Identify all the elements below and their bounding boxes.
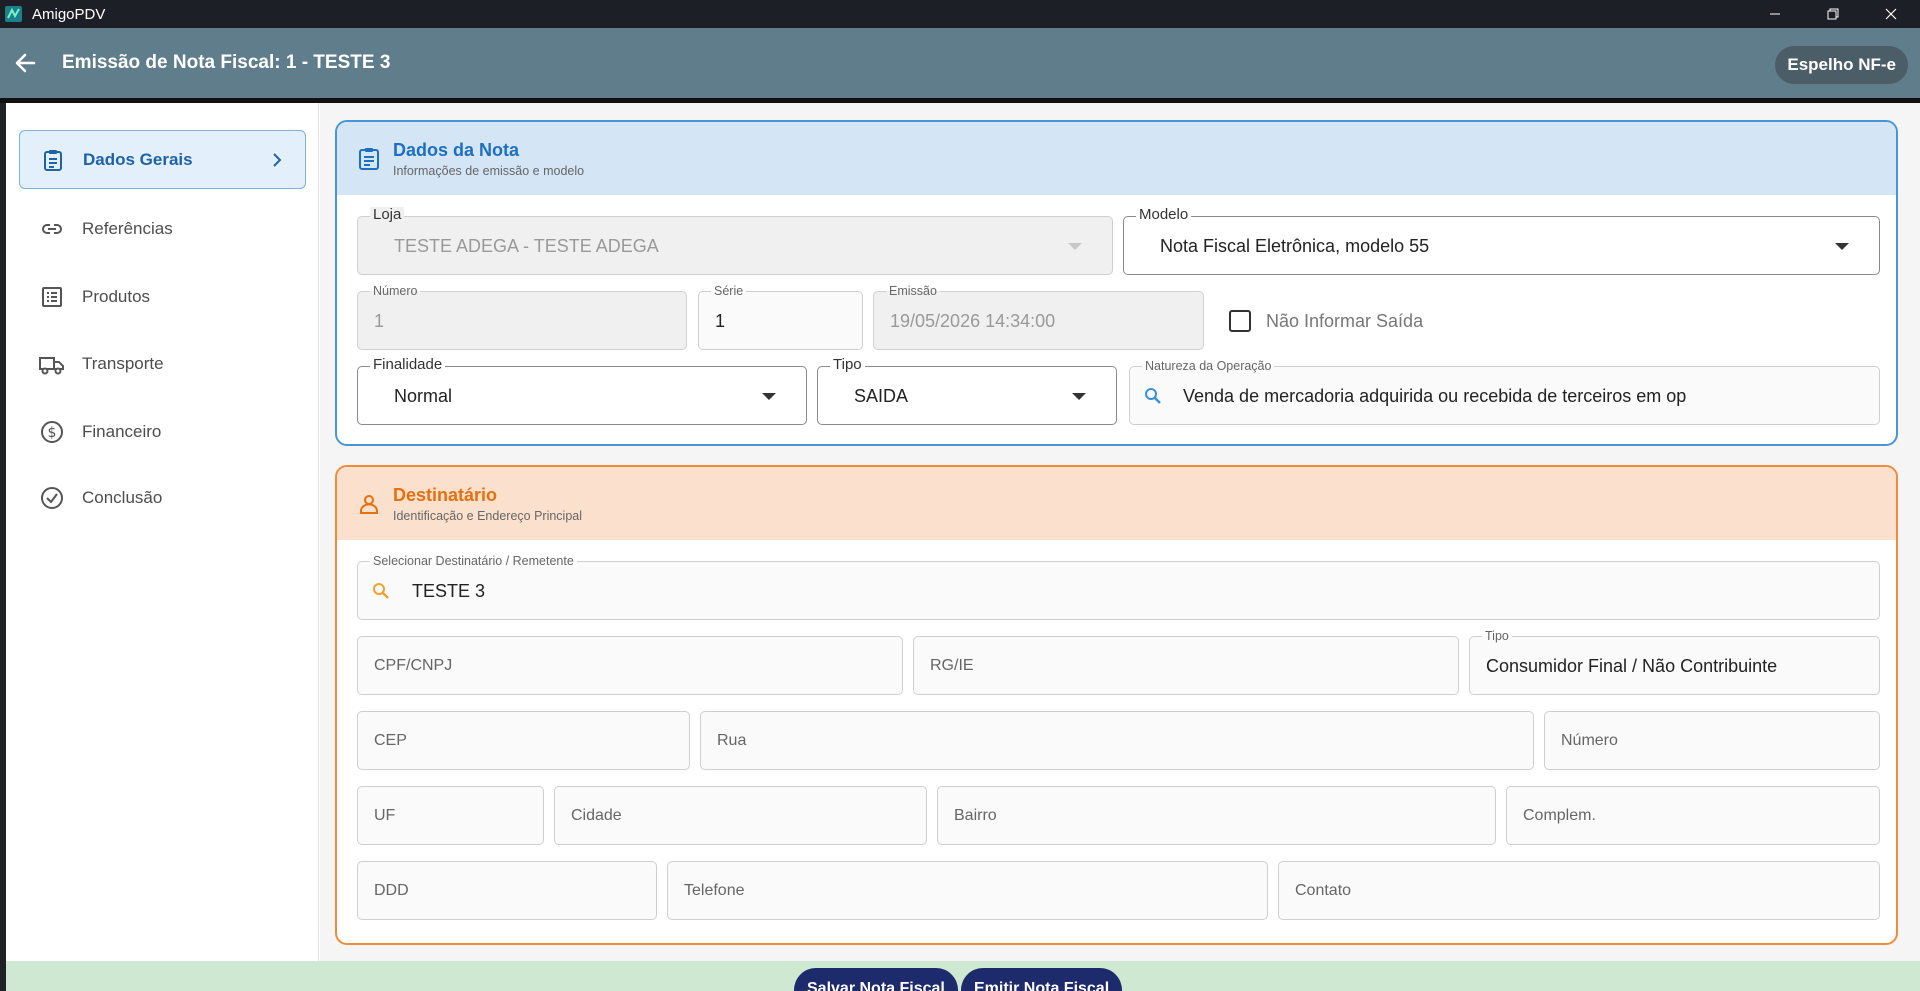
contato-field[interactable]: Contato bbox=[1278, 861, 1880, 920]
dados-nota-card: Dados da Nota Informações de emissão e m… bbox=[335, 120, 1898, 446]
tipo-contribuinte-field[interactable]: Tipo Consumidor Final / Não Contribuinte bbox=[1469, 628, 1880, 695]
sidebar-item-transporte[interactable]: Transporte bbox=[19, 334, 306, 393]
destinatario-header: Destinatário Identificação e Endereço Pr… bbox=[337, 467, 1896, 540]
page-title: Emissão de Nota Fiscal: 1 - TESTE 3 bbox=[62, 52, 391, 73]
dropdown-arrow-icon bbox=[1835, 243, 1849, 250]
complemento-field[interactable]: Complem. bbox=[1506, 786, 1880, 845]
sidebar-item-label: Produtos bbox=[82, 286, 151, 306]
clipboard-icon bbox=[355, 145, 383, 173]
window-controls bbox=[1746, 0, 1920, 28]
sidebar-item-label: Financeiro bbox=[82, 421, 162, 441]
dropdown-arrow-icon bbox=[1072, 393, 1086, 400]
destinatario-search[interactable]: Selecionar Destinatário / Remetente TEST… bbox=[357, 553, 1880, 620]
dollar-circle-icon: $ bbox=[38, 418, 66, 446]
search-icon bbox=[373, 583, 389, 599]
espelho-nfe-button[interactable]: Espelho NF-e bbox=[1775, 46, 1908, 84]
restore-button[interactable] bbox=[1804, 0, 1862, 28]
dados-nota-subtitle: Informações de emissão e modelo bbox=[393, 163, 585, 178]
restore-icon bbox=[1827, 8, 1839, 20]
uf-field[interactable]: UF bbox=[357, 786, 544, 845]
dropdown-arrow-icon bbox=[1068, 243, 1082, 250]
destinatario-title: Destinatário bbox=[393, 484, 498, 505]
modelo-select[interactable]: Modelo Nota Fiscal Eletrônica, modelo 55 bbox=[1123, 207, 1880, 275]
sidebar-item-dados-gerais[interactable]: Dados Gerais bbox=[19, 130, 306, 189]
numero-field: Número 1 bbox=[357, 283, 687, 350]
close-icon bbox=[1885, 8, 1897, 20]
bairro-field[interactable]: Bairro bbox=[937, 786, 1496, 845]
ddd-field[interactable]: DDD bbox=[357, 861, 657, 920]
sidebar: Dados Gerais Referências Produtos Transp… bbox=[6, 103, 319, 961]
dados-nota-title: Dados da Nota bbox=[393, 139, 520, 160]
telefone-field[interactable]: Telefone bbox=[667, 861, 1268, 920]
window-titlebar: AmigoPDV bbox=[0, 0, 1920, 28]
arrow-back-icon bbox=[15, 53, 36, 73]
main-area: Dados Gerais Referências Produtos Transp… bbox=[6, 103, 1920, 961]
loja-select: Loja TESTE ADEGA - TESTE ADEGA bbox=[357, 207, 1113, 275]
nao-informar-saida-checkbox[interactable]: Não Informar Saída bbox=[1229, 310, 1423, 332]
sidebar-item-label: Referências bbox=[82, 218, 173, 238]
link-icon bbox=[38, 215, 66, 243]
sidebar-item-label: Transporte bbox=[82, 353, 164, 373]
sidebar-item-label: Conclusão bbox=[82, 487, 163, 507]
destinatario-card: Destinatário Identificação e Endereço Pr… bbox=[335, 465, 1898, 945]
sidebar-item-referencias[interactable]: Referências bbox=[19, 199, 306, 258]
checkbox-box[interactable] bbox=[1229, 310, 1251, 332]
rua-field[interactable]: Rua bbox=[700, 711, 1534, 770]
app-bar: Emissão de Nota Fiscal: 1 - TESTE 3 Espe… bbox=[0, 28, 1920, 98]
minimize-icon bbox=[1770, 13, 1780, 15]
chevron-right-icon bbox=[273, 153, 282, 167]
finalidade-select[interactable]: Finalidade Normal bbox=[357, 357, 807, 425]
destinatario-subtitle: Identificação e Endereço Principal bbox=[393, 508, 583, 523]
sidebar-item-label: Dados Gerais bbox=[83, 149, 193, 169]
truck-icon bbox=[38, 350, 66, 378]
list-icon bbox=[38, 283, 66, 311]
sidebar-item-financeiro[interactable]: $ Financeiro bbox=[19, 402, 306, 461]
serie-field[interactable]: Série 1 bbox=[698, 283, 863, 350]
window-title: AmigoPDV bbox=[32, 5, 106, 23]
cpf-cnpj-field[interactable]: CPF/CNPJ bbox=[357, 636, 903, 695]
natureza-operacao-search[interactable]: Natureza da Operação Venda de mercadoria… bbox=[1129, 358, 1880, 425]
footer-bar: Salvar Nota Fiscal Emitir Nota Fiscal bbox=[6, 961, 1920, 991]
emitir-nota-button[interactable]: Emitir Nota Fiscal bbox=[961, 968, 1123, 991]
sidebar-item-produtos[interactable]: Produtos bbox=[19, 267, 306, 326]
cidade-field[interactable]: Cidade bbox=[554, 786, 927, 845]
app-logo-icon bbox=[5, 6, 22, 22]
close-button[interactable] bbox=[1862, 0, 1920, 28]
minimize-button[interactable] bbox=[1746, 0, 1804, 28]
search-icon bbox=[1145, 388, 1161, 404]
check-circle-icon bbox=[38, 484, 66, 512]
person-icon bbox=[355, 490, 383, 518]
tipo-select[interactable]: Tipo SAIDA bbox=[817, 357, 1117, 425]
svg-text:$: $ bbox=[48, 425, 57, 441]
salvar-nota-button[interactable]: Salvar Nota Fiscal bbox=[794, 968, 958, 991]
rg-ie-field[interactable]: RG/IE bbox=[913, 636, 1459, 695]
dados-nota-header: Dados da Nota Informações de emissão e m… bbox=[337, 122, 1896, 195]
dropdown-arrow-icon bbox=[762, 393, 776, 400]
sidebar-item-conclusao[interactable]: Conclusão bbox=[19, 468, 306, 527]
back-button[interactable] bbox=[0, 28, 50, 98]
clipboard-icon bbox=[39, 146, 67, 174]
cep-field[interactable]: CEP bbox=[357, 711, 690, 770]
emissao-field: Emissão 19/05/2026 14:34:00 bbox=[873, 283, 1204, 350]
numero-endereco-field[interactable]: Número bbox=[1544, 711, 1880, 770]
content-area: Dados da Nota Informações de emissão e m… bbox=[320, 103, 1920, 961]
